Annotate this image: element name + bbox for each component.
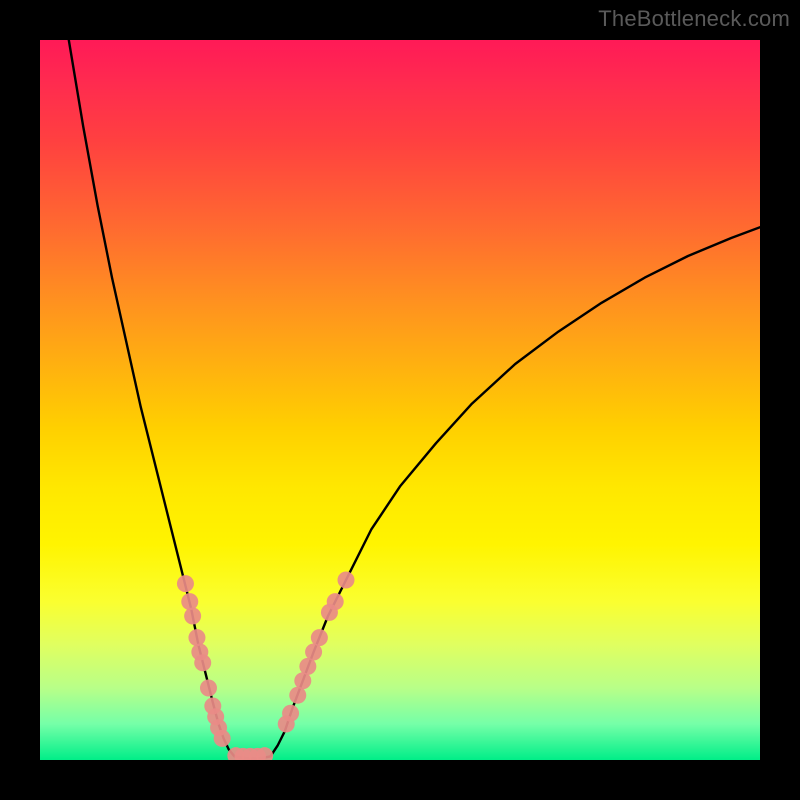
fit-marker xyxy=(327,593,344,610)
right-fit-markers xyxy=(278,572,355,733)
fit-marker xyxy=(177,575,194,592)
fit-marker xyxy=(181,593,198,610)
fit-marker xyxy=(338,572,355,589)
fit-marker xyxy=(194,654,211,671)
fit-marker xyxy=(188,629,205,646)
fit-marker xyxy=(184,608,201,625)
fit-marker xyxy=(200,680,217,697)
plot-area xyxy=(40,40,760,760)
fit-marker xyxy=(282,705,299,722)
attribution-label: TheBottleneck.com xyxy=(598,6,790,32)
chart-container: TheBottleneck.com xyxy=(0,0,800,800)
bottleneck-curve-chart xyxy=(40,40,760,760)
left-fit-markers xyxy=(177,575,231,747)
fit-marker xyxy=(311,629,328,646)
fit-marker xyxy=(214,730,231,747)
bottom-flat-markers xyxy=(227,747,273,760)
bottleneck-curve xyxy=(69,40,760,759)
